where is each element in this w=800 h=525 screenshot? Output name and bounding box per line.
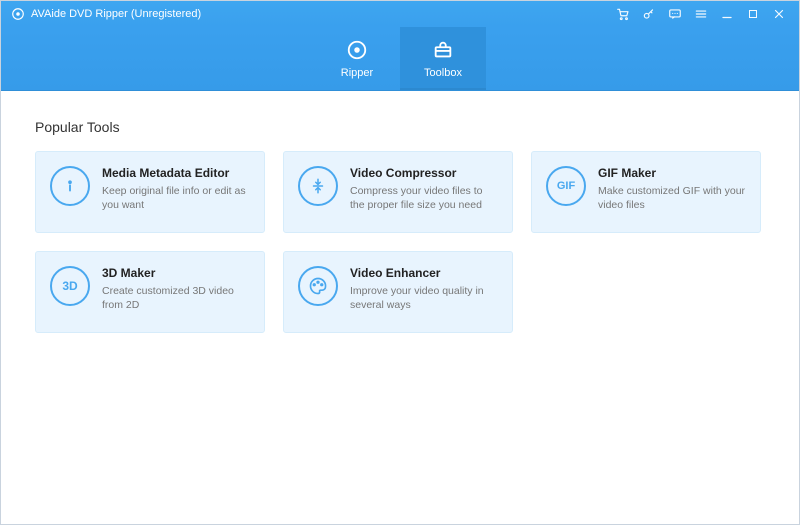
3d-icon: 3D: [50, 266, 90, 306]
tool-title: 3D Maker: [102, 266, 250, 280]
tool-title: Video Enhancer: [350, 266, 498, 280]
tool-card-media-metadata-editor[interactable]: Media Metadata Editor Keep original file…: [35, 151, 265, 233]
tab-ripper-label: Ripper: [341, 67, 373, 79]
key-icon[interactable]: [639, 4, 659, 24]
tab-ripper[interactable]: Ripper: [314, 27, 400, 90]
tool-desc: Make customized GIF with your video file…: [598, 184, 746, 212]
tab-toolbox[interactable]: Toolbox: [400, 27, 486, 90]
tool-card-text: Video Compressor Compress your video fil…: [350, 166, 498, 220]
tool-card-text: 3D Maker Create customized 3D video from…: [102, 266, 250, 320]
content-area: Popular Tools Media Metadata Editor Keep…: [1, 91, 799, 524]
tool-card-gif-maker[interactable]: GIF GIF Maker Make customized GIF with y…: [531, 151, 761, 233]
tool-desc: Keep original file info or edit as you w…: [102, 184, 250, 212]
tool-card-text: Video Enhancer Improve your video qualit…: [350, 266, 498, 320]
cart-icon[interactable]: [613, 4, 633, 24]
tabstrip: Ripper Toolbox: [1, 27, 799, 91]
menu-icon[interactable]: [691, 4, 711, 24]
compress-icon: [298, 166, 338, 206]
app-title: AVAide DVD Ripper (Unregistered): [31, 8, 201, 20]
maximize-icon[interactable]: [743, 4, 763, 24]
tool-card-video-enhancer[interactable]: Video Enhancer Improve your video qualit…: [283, 251, 513, 333]
tool-title: Video Compressor: [350, 166, 498, 180]
tool-card-3d-maker[interactable]: 3D 3D Maker Create customized 3D video f…: [35, 251, 265, 333]
tab-toolbox-label: Toolbox: [424, 67, 462, 79]
tools-grid: Media Metadata Editor Keep original file…: [35, 151, 765, 333]
minimize-icon[interactable]: [717, 4, 737, 24]
close-icon[interactable]: [769, 4, 789, 24]
tool-card-video-compressor[interactable]: Video Compressor Compress your video fil…: [283, 151, 513, 233]
palette-icon: [298, 266, 338, 306]
ripper-icon: [345, 38, 369, 62]
tool-card-text: Media Metadata Editor Keep original file…: [102, 166, 250, 220]
titlebar: AVAide DVD Ripper (Unregistered): [1, 1, 799, 27]
feedback-icon[interactable]: [665, 4, 685, 24]
tool-desc: Improve your video quality in several wa…: [350, 284, 498, 312]
app-logo-icon: [11, 7, 25, 21]
tool-card-text: GIF Maker Make customized GIF with your …: [598, 166, 746, 220]
tool-desc: Compress your video files to the proper …: [350, 184, 498, 212]
gif-icon: GIF: [546, 166, 586, 206]
tool-title: GIF Maker: [598, 166, 746, 180]
section-title: Popular Tools: [35, 119, 765, 135]
tool-title: Media Metadata Editor: [102, 166, 250, 180]
tool-desc: Create customized 3D video from 2D: [102, 284, 250, 312]
toolbox-icon: [431, 38, 455, 62]
app-window: AVAide DVD Ripper (Unregistered): [0, 0, 800, 525]
info-icon: [50, 166, 90, 206]
